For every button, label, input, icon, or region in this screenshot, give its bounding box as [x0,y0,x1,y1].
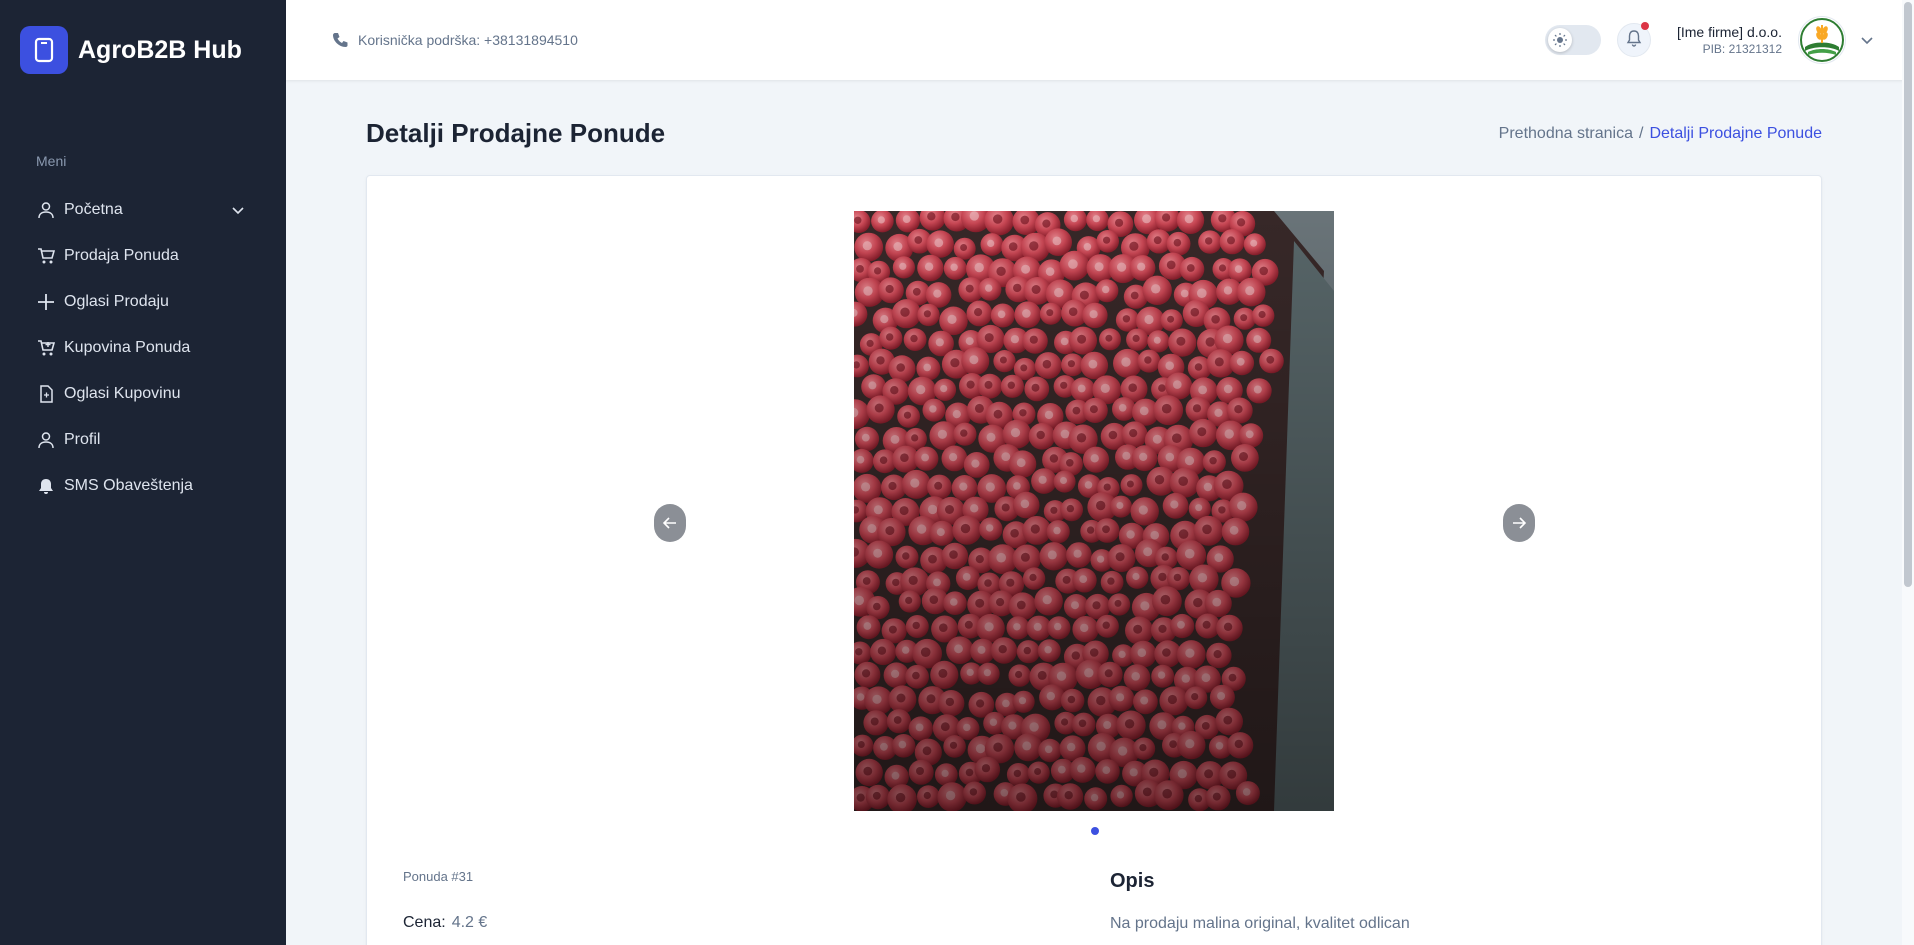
sun-icon [1547,28,1572,52]
cart-icon [36,246,56,266]
sidebar-item-label: SMS Obaveštenja [64,477,193,494]
sidebar-item-label: Profil [64,431,101,448]
document-icon [36,384,56,404]
cart-plus-icon [36,338,56,358]
sidebar-item-oglasi-kupovinu[interactable]: Oglasi Kupovinu [0,371,286,417]
offer-id: Ponuda #31 [403,869,474,884]
company-pib: PIB: 21321312 [1702,42,1782,56]
company-name: [Ime firme] d.o.o. [1676,24,1782,40]
carousel-indicator-dot[interactable] [1091,827,1099,835]
phone-icon [332,32,348,48]
sidebar-menu: Početna Prodaja Ponuda Oglasi Prodaju Ku… [0,187,286,509]
price-value: 4.2 € [451,914,488,931]
sidebar-item-label: Oglasi Kupovinu [64,385,181,402]
sidebar-item-oglasi-prodaju[interactable]: Oglasi Prodaju [0,279,286,325]
sidebar-item-sms-obavestenja[interactable]: SMS Obaveštenja [0,463,286,509]
support-contact: Korisnička podrška: +38131894510 [332,32,578,48]
app-name: AgroB2B Hub [78,35,242,64]
offer-price: Cena: 4.2 € [403,914,487,932]
offer-photo[interactable] [854,211,1334,811]
bell-icon [1626,29,1642,52]
notifications-button[interactable] [1616,22,1651,57]
notification-dot [1640,22,1649,30]
carousel-next-button[interactable] [1503,504,1535,542]
raspberries-photo-icon [854,211,1334,811]
top-header: Korisnička podrška: +38131894510 [Ime fi… [286,0,1914,80]
sidebar-item-prodaja-ponuda[interactable]: Prodaja Ponuda [0,233,286,279]
carousel-prev-button[interactable] [654,504,686,542]
sidebar-item-label: Kupovina Ponuda [64,339,191,356]
price-label: Cena: [403,914,446,931]
breadcrumb: Prethodna stranica / Detalji Prodajne Po… [1499,125,1822,143]
breadcrumb-previous-link[interactable]: Prethodna stranica [1499,125,1633,143]
arrow-right-icon [1513,517,1526,529]
breadcrumb-current: Detalji Prodajne Ponude [1649,125,1822,142]
sidebar-item-label: Početna [64,201,123,218]
breadcrumb-separator: / [1638,125,1644,142]
scrollbar-thumb[interactable] [1904,2,1912,587]
sidebar: AgroB2B Hub Meni Početna Prodaja Ponuda … [0,0,286,945]
user-icon [36,200,56,220]
chevron-down-icon[interactable] [230,202,246,218]
user-icon [36,430,56,450]
chevron-down-icon[interactable] [1860,33,1874,47]
page-scrollbar[interactable] [1902,0,1914,945]
description-title: Opis [1110,870,1155,892]
sidebar-item-pocetna[interactable]: Početna [0,187,286,233]
sidebar-item-label: Oglasi Prodaju [64,293,169,310]
app-logo-icon [20,26,68,74]
user-company[interactable]: [Ime firme] d.o.o. PIB: 21321312 [1677,24,1782,56]
menu-title: Meni [36,153,67,169]
offer-details-card: Ponuda #31 Cena: 4.2 € Opis Na prodaju ma… [366,175,1822,945]
agro-logo-icon [1800,18,1844,62]
sidebar-item-label: Prodaja Ponuda [64,247,179,264]
support-text: Korisnička podrška: +38131894510 [358,32,578,48]
page-title: Detalji Prodajne Ponude [366,118,666,148]
theme-toggle[interactable] [1544,25,1601,55]
arrow-left-icon [663,517,676,529]
header-actions: [Ime firme] d.o.o. PIB: 21321312 [1544,0,1874,80]
sidebar-item-profil[interactable]: Profil [0,417,286,463]
brand[interactable]: AgroB2B Hub [0,0,286,100]
sidebar-item-kupovina-ponuda[interactable]: Kupovina Ponuda [0,325,286,371]
plus-icon [36,292,56,312]
bell-icon [36,476,56,496]
description-text: Na prodaju malina original, kvalitet odl… [1110,915,1410,932]
avatar[interactable] [1798,16,1846,64]
